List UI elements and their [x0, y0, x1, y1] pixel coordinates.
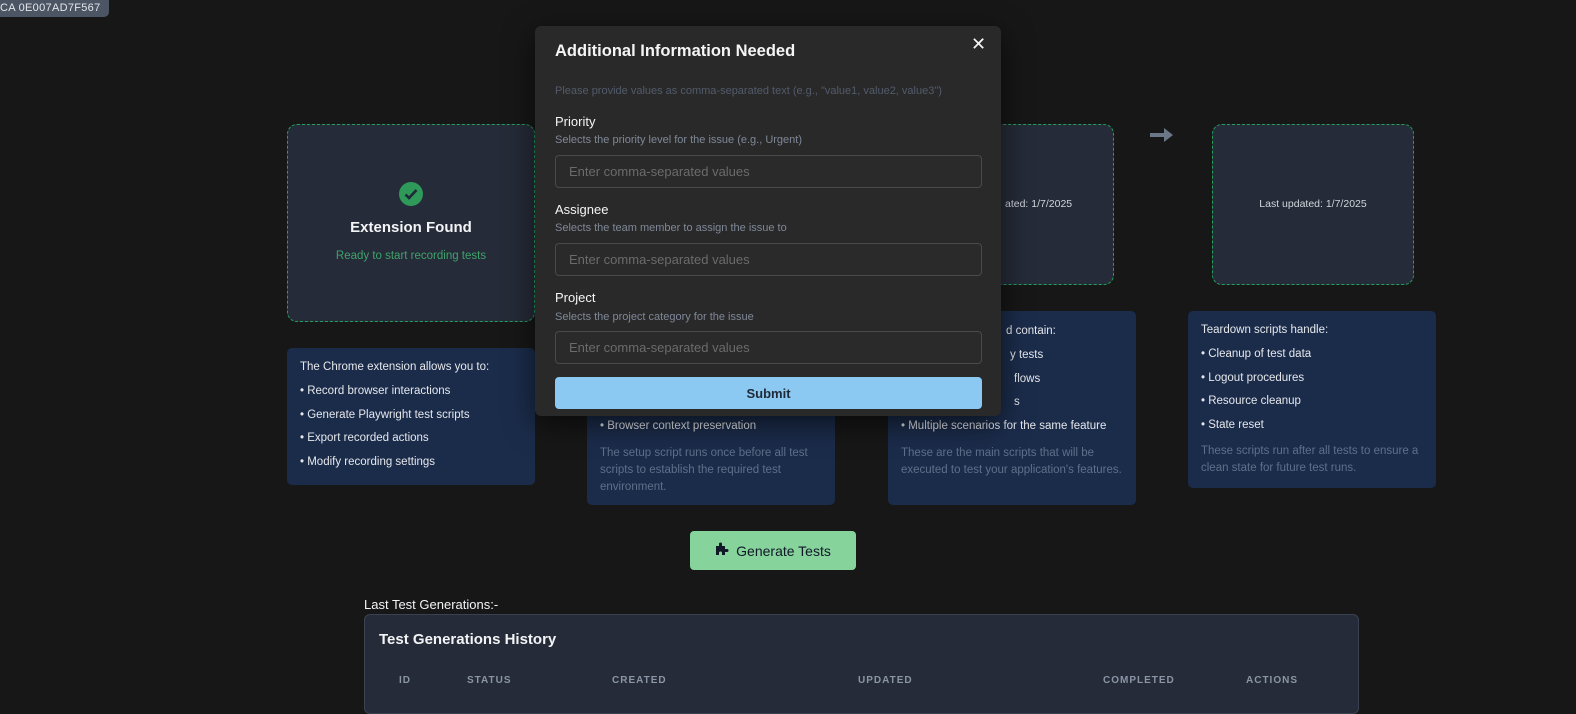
list-item: • Modify recording settings	[300, 455, 436, 468]
info-heading: Teardown scripts handle:	[1201, 324, 1329, 336]
teardown-stage-card[interactable]: Last updated: 1/7/2025	[1212, 124, 1414, 285]
modal-title: Additional Information Needed	[555, 42, 796, 60]
info-description: These scripts run after all tests to ens…	[1201, 445, 1419, 474]
history-panel: Test Generations History ID STATUS CREAT…	[364, 614, 1359, 714]
priority-label: Priority	[555, 114, 596, 129]
priority-input[interactable]	[555, 155, 982, 188]
priority-description: Selects the priority level for the issue…	[555, 134, 802, 146]
column-header-id: ID	[399, 675, 411, 686]
teardown-last-updated: Last updated: 1/7/2025	[1259, 198, 1367, 210]
modal-hint: Please provide values as comma-separated…	[555, 85, 942, 97]
list-item: • Resource cleanup	[1201, 395, 1301, 407]
list-item: • Export recorded actions	[300, 432, 429, 444]
list-item: • Generate Playwright test scripts	[300, 408, 470, 421]
list-item: • Logout procedures	[1201, 371, 1305, 384]
column-header-completed: COMPLETED	[1103, 675, 1175, 686]
check-circle-icon	[399, 182, 423, 206]
generate-tests-button[interactable]: Generate Tests	[690, 531, 856, 570]
extension-status-subtitle: Ready to start recording tests	[335, 250, 487, 262]
extension-status-title: Extension Found	[350, 219, 472, 236]
close-icon[interactable]: ✕	[971, 35, 986, 53]
list-item: flows	[1014, 373, 1041, 385]
list-item: • Cleanup of test data	[1201, 348, 1312, 360]
last-generations-label: Last Test Generations:-	[364, 597, 499, 612]
puzzle-icon	[715, 542, 729, 559]
assignee-label: Assignee	[555, 202, 609, 217]
project-description: Selects the project category for the iss…	[555, 311, 754, 323]
list-item: s	[1014, 396, 1020, 408]
id-badge: CA 0E007AD7F567	[0, 0, 109, 17]
arrow-right-icon	[1150, 127, 1174, 148]
list-item: • Browser context preservation	[600, 420, 757, 432]
project-label: Project	[555, 290, 596, 305]
list-item: • Record browser interactions	[300, 385, 451, 397]
info-description: The setup script runs once before all te…	[600, 446, 808, 493]
generate-tests-label: Generate Tests	[736, 542, 831, 559]
info-heading: d contain:	[1006, 325, 1056, 337]
submit-button[interactable]: Submit	[555, 377, 982, 409]
project-input[interactable]	[555, 331, 982, 364]
column-header-status: STATUS	[467, 675, 512, 686]
list-item: y tests	[1010, 349, 1044, 361]
column-header-created: CREATED	[612, 675, 667, 686]
info-description: These are the main scripts that will be …	[901, 446, 1122, 476]
assignee-input[interactable]	[555, 243, 982, 276]
history-title: Test Generations History	[379, 631, 557, 648]
list-item: • State reset	[1201, 418, 1264, 431]
teardown-info-card: Teardown scripts handle: • Cleanup of te…	[1188, 311, 1436, 488]
column-header-updated: UPDATED	[858, 675, 913, 686]
info-heading: The Chrome extension allows you to:	[300, 361, 490, 373]
tests-last-updated: ated: 1/7/2025	[1005, 198, 1073, 210]
additional-info-modal: Additional Information Needed ✕ Please p…	[535, 26, 1001, 416]
extension-stage-card: Extension Found Ready to start recording…	[287, 124, 535, 322]
list-item: • Multiple scenarios for the same featur…	[901, 420, 1107, 432]
column-header-actions: ACTIONS	[1246, 675, 1298, 686]
extension-info-card: The Chrome extension allows you to: • Re…	[287, 348, 535, 485]
assignee-description: Selects the team member to assign the is…	[555, 222, 787, 234]
